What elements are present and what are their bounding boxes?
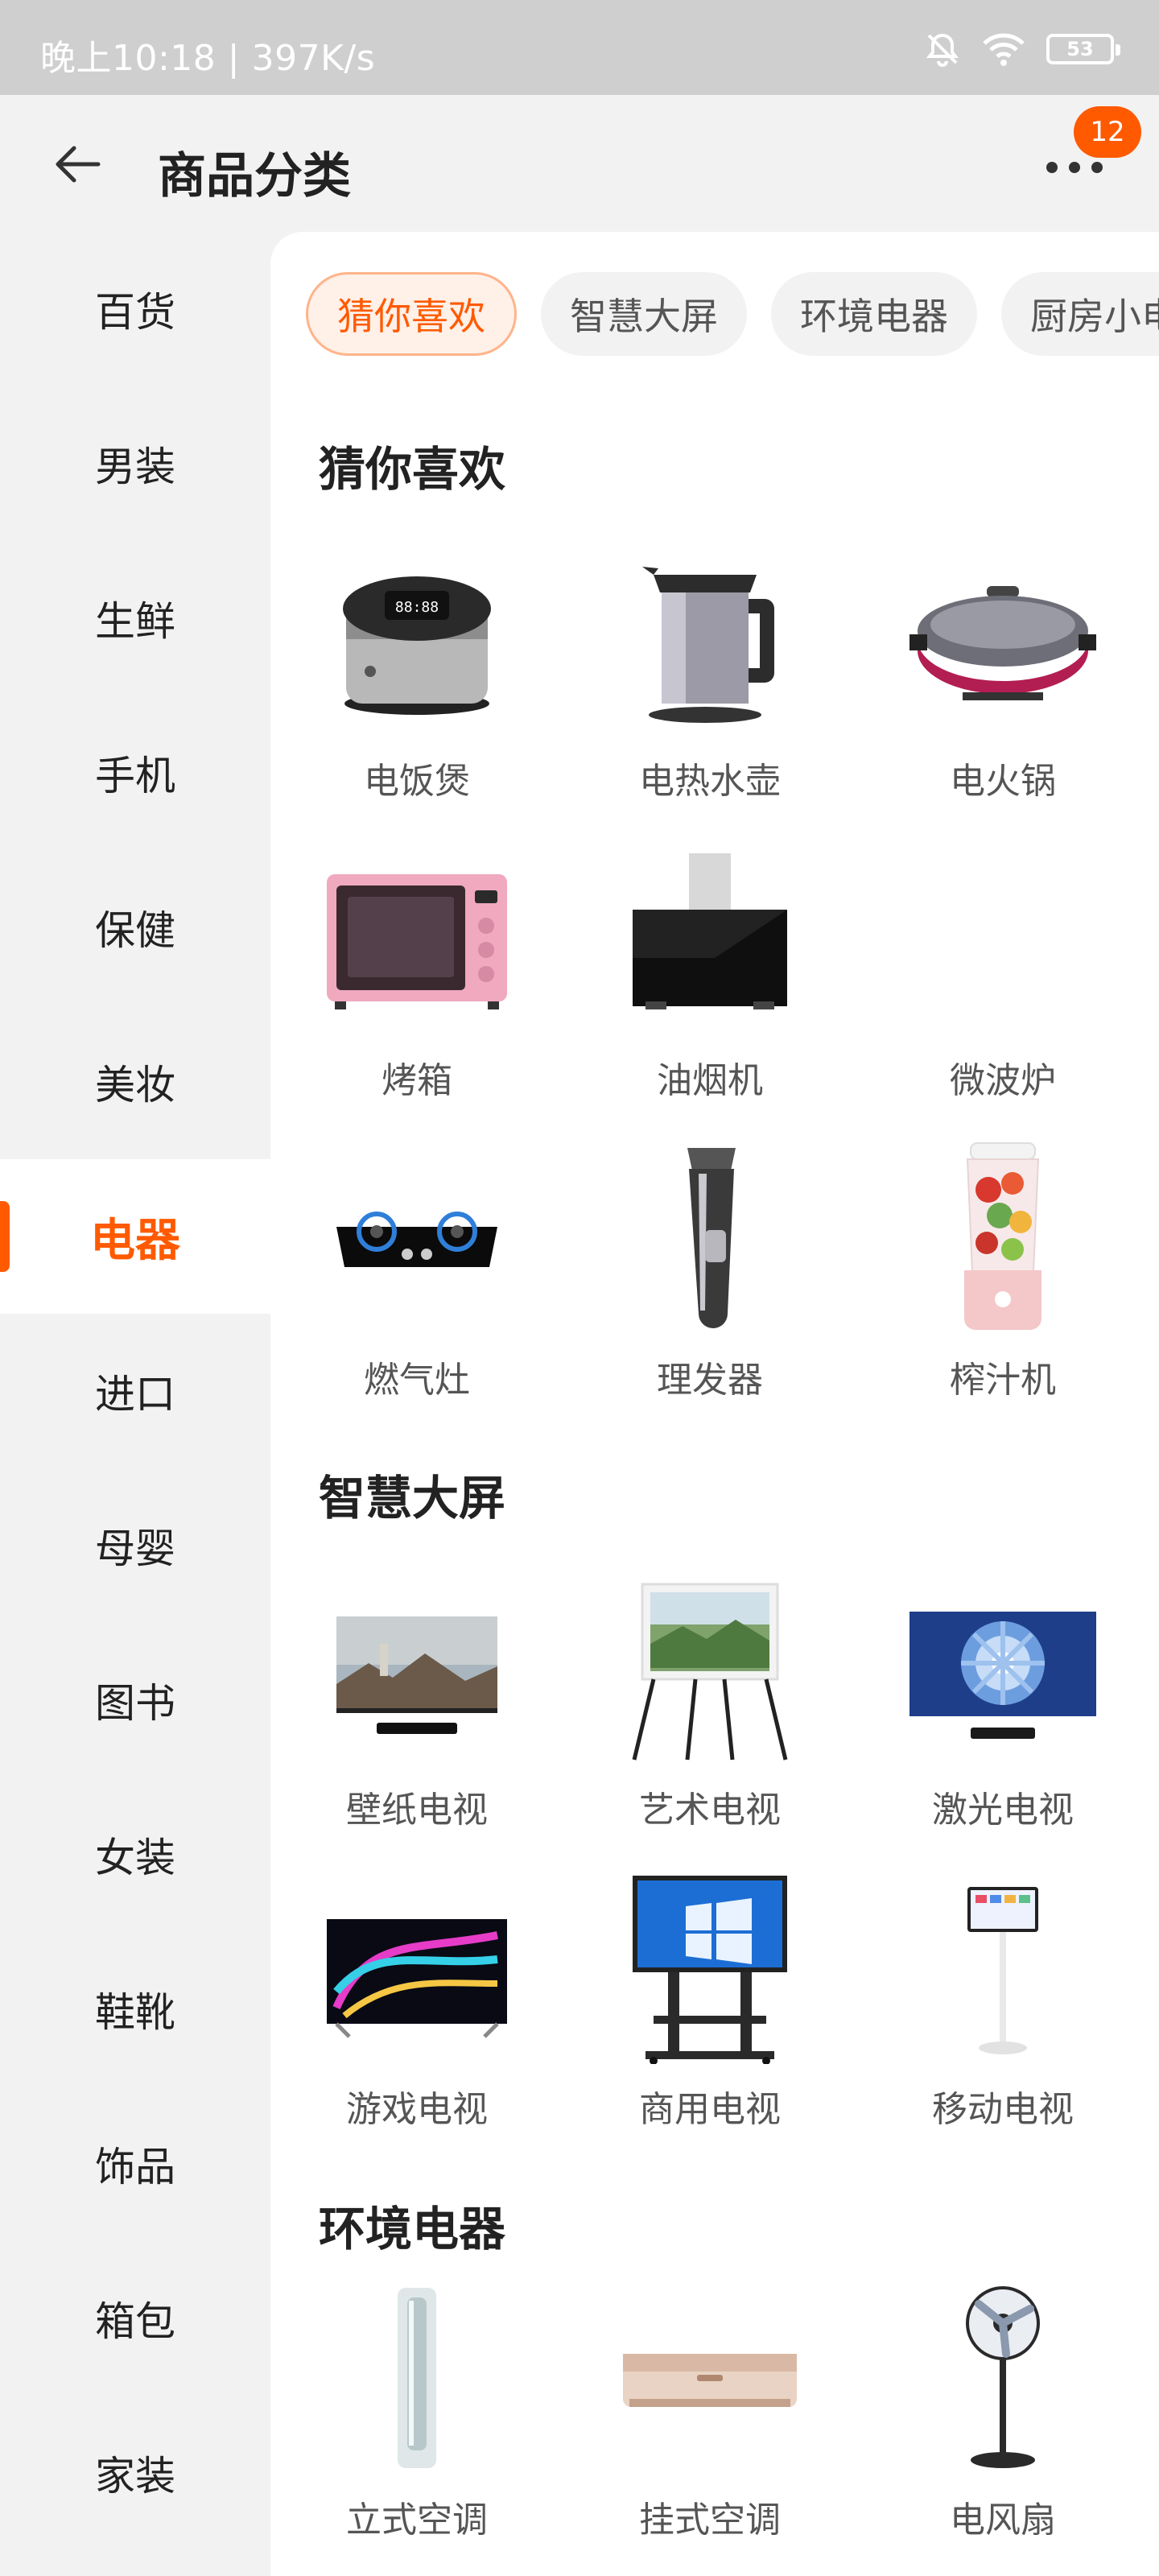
hair-clipper-icon xyxy=(613,1141,806,1335)
category-item-art-tv[interactable]: 艺术电视 xyxy=(563,1558,856,1858)
product-grid: 立式空调 挂式空调 电风扇 xyxy=(270,2268,1159,2568)
category-sidebar: 百货 男装 生鲜 手机 保健 美妆 电器 进口 母婴 图书 女装 鞋靴 饰品 箱… xyxy=(0,232,270,2576)
product-grid: 88:88 电饭煲 电热水壶 电火锅 烤箱 油烟机 微波炉 燃气灶 理发器 榨汁… xyxy=(270,530,1159,1428)
status-icons: 53 xyxy=(924,29,1120,69)
sidebar-item-baby[interactable]: 母婴 xyxy=(0,1468,270,1623)
art-tv-icon xyxy=(613,1571,806,1765)
sidebar-item-womenswear[interactable]: 女装 xyxy=(0,1777,270,1932)
svg-text:88:88: 88:88 xyxy=(395,599,439,616)
section-title: 环境电器 xyxy=(319,2202,506,2256)
product-grid: 壁纸电视 艺术电视 激光电视 游戏电视 商用电视 移动电视 xyxy=(270,1558,1159,2157)
microwave-icon xyxy=(906,842,1099,1035)
category-item-label: 艺术电视 xyxy=(639,1790,781,1831)
category-item-mobile-tv[interactable]: 移动电视 xyxy=(856,1858,1149,2157)
sidebar-item-accessories[interactable]: 饰品 xyxy=(0,2087,270,2241)
sidebar-item-appliances[interactable]: 电器 xyxy=(0,1159,270,1314)
hot-pot-icon xyxy=(906,543,1099,736)
category-item-label: 油烟机 xyxy=(657,1060,763,1101)
category-item-commercial-tv[interactable]: 商用电视 xyxy=(563,1858,856,2157)
category-item-kettle[interactable]: 电热水壶 xyxy=(563,530,856,829)
subcategory-tabs: 猜你喜欢 智慧大屏 环境电器 厨房小电 xyxy=(306,272,1159,356)
wallpaper-tv-icon xyxy=(320,1571,514,1765)
notification-badge: 12 xyxy=(1074,106,1141,158)
category-item-label: 烤箱 xyxy=(382,1060,452,1101)
section-title: 猜你喜欢 xyxy=(319,442,506,497)
gas-stove-icon xyxy=(320,1141,514,1335)
mute-bell-icon xyxy=(924,31,961,68)
category-item-label: 商用电视 xyxy=(639,2089,781,2130)
oven-icon xyxy=(320,842,514,1035)
tab-guess-you-like[interactable]: 猜你喜欢 xyxy=(306,272,517,356)
category-content: 猜你喜欢 智慧大屏 环境电器 厨房小电 猜你喜欢 88:88 电饭煲 电热水壶 … xyxy=(270,232,1159,2576)
tab-kitchen-appliances[interactable]: 厨房小电 xyxy=(1001,272,1159,356)
commercial-tv-icon xyxy=(613,1871,806,2064)
status-bar: 晚上10:18 | 397K/s 53 xyxy=(0,0,1159,95)
category-item-oven[interactable]: 烤箱 xyxy=(270,829,563,1129)
tab-smart-screen[interactable]: 智慧大屏 xyxy=(541,272,747,356)
wifi-icon xyxy=(982,31,1025,68)
back-button[interactable] xyxy=(45,132,109,196)
dot-icon xyxy=(1091,162,1103,173)
gaming-tv-icon xyxy=(320,1871,514,2064)
dot-icon xyxy=(1046,162,1058,173)
category-item-label: 燃气灶 xyxy=(364,1360,470,1401)
category-item-laser-tv[interactable]: 激光电视 xyxy=(856,1558,1149,1858)
floor-ac-icon xyxy=(320,2281,514,2475)
electric-fan-icon xyxy=(906,2281,1099,2475)
rice-cooker-icon: 88:88 xyxy=(320,543,514,736)
section-title: 智慧大屏 xyxy=(319,1471,506,1525)
category-item-label: 电热水壶 xyxy=(639,761,781,802)
category-item-floor-ac[interactable]: 立式空调 xyxy=(270,2268,563,2568)
category-item-juicer[interactable]: 榨汁机 xyxy=(856,1129,1149,1428)
wall-ac-icon xyxy=(613,2281,806,2475)
category-item-wallpaper-tv[interactable]: 壁纸电视 xyxy=(270,1558,563,1858)
sidebar-item-bags[interactable]: 箱包 xyxy=(0,2241,270,2396)
dot-icon xyxy=(1069,162,1080,173)
category-item-electric-fan[interactable]: 电风扇 xyxy=(856,2268,1149,2568)
sidebar-item-health[interactable]: 保健 xyxy=(0,850,270,1005)
category-item-label: 激光电视 xyxy=(932,1790,1074,1831)
category-item-label: 榨汁机 xyxy=(950,1360,1056,1401)
sidebar-item-fresh[interactable]: 生鲜 xyxy=(0,541,270,696)
laser-tv-icon xyxy=(906,1571,1099,1765)
mobile-tv-icon xyxy=(906,1871,1099,2064)
category-item-wall-ac[interactable]: 挂式空调 xyxy=(563,2268,856,2568)
arrow-left-icon xyxy=(56,146,101,183)
range-hood-icon xyxy=(613,842,806,1035)
category-item-label: 电火锅 xyxy=(950,761,1056,802)
category-item-label: 理发器 xyxy=(657,1360,763,1401)
category-item-range-hood[interactable]: 油烟机 xyxy=(563,829,856,1129)
page-title: 商品分类 xyxy=(158,148,351,204)
category-item-gaming-tv[interactable]: 游戏电视 xyxy=(270,1858,563,2157)
sidebar-item-menswear[interactable]: 男装 xyxy=(0,386,270,541)
kettle-icon xyxy=(613,543,806,736)
category-item-microwave[interactable]: 微波炉 xyxy=(856,829,1149,1129)
category-item-gas-stove[interactable]: 燃气灶 xyxy=(270,1129,563,1428)
app-header: 商品分类 12 xyxy=(0,95,1159,232)
sidebar-item-beauty[interactable]: 美妆 xyxy=(0,1005,270,1159)
sidebar-item-home-decor[interactable]: 家装 xyxy=(0,2396,270,2550)
category-item-label: 电风扇 xyxy=(950,2500,1056,2541)
sidebar-item-books[interactable]: 图书 xyxy=(0,1623,270,1777)
juicer-icon xyxy=(906,1141,1099,1335)
category-item-label: 微波炉 xyxy=(950,1060,1056,1101)
sidebar-item-baihuo[interactable]: 百货 xyxy=(0,232,270,386)
category-item-hot-pot[interactable]: 电火锅 xyxy=(856,530,1149,829)
category-item-label: 电饭煲 xyxy=(364,761,470,802)
category-item-label: 移动电视 xyxy=(932,2089,1074,2130)
category-item-hair-clipper[interactable]: 理发器 xyxy=(563,1129,856,1428)
category-item-rice-cooker[interactable]: 88:88 电饭煲 xyxy=(270,530,563,829)
sidebar-item-phones[interactable]: 手机 xyxy=(0,696,270,850)
category-item-label: 游戏电视 xyxy=(346,2089,488,2130)
battery-icon: 53 xyxy=(1046,34,1120,64)
category-item-label: 挂式空调 xyxy=(639,2500,781,2541)
category-item-label: 壁纸电视 xyxy=(346,1790,488,1831)
sidebar-item-imports[interactable]: 进口 xyxy=(0,1314,270,1468)
category-item-label: 立式空调 xyxy=(346,2500,488,2541)
status-time: 晚上10:18 | 397K/s xyxy=(40,38,376,79)
tab-environment-appliances[interactable]: 环境电器 xyxy=(771,272,977,356)
sidebar-item-shoes[interactable]: 鞋靴 xyxy=(0,1932,270,2087)
